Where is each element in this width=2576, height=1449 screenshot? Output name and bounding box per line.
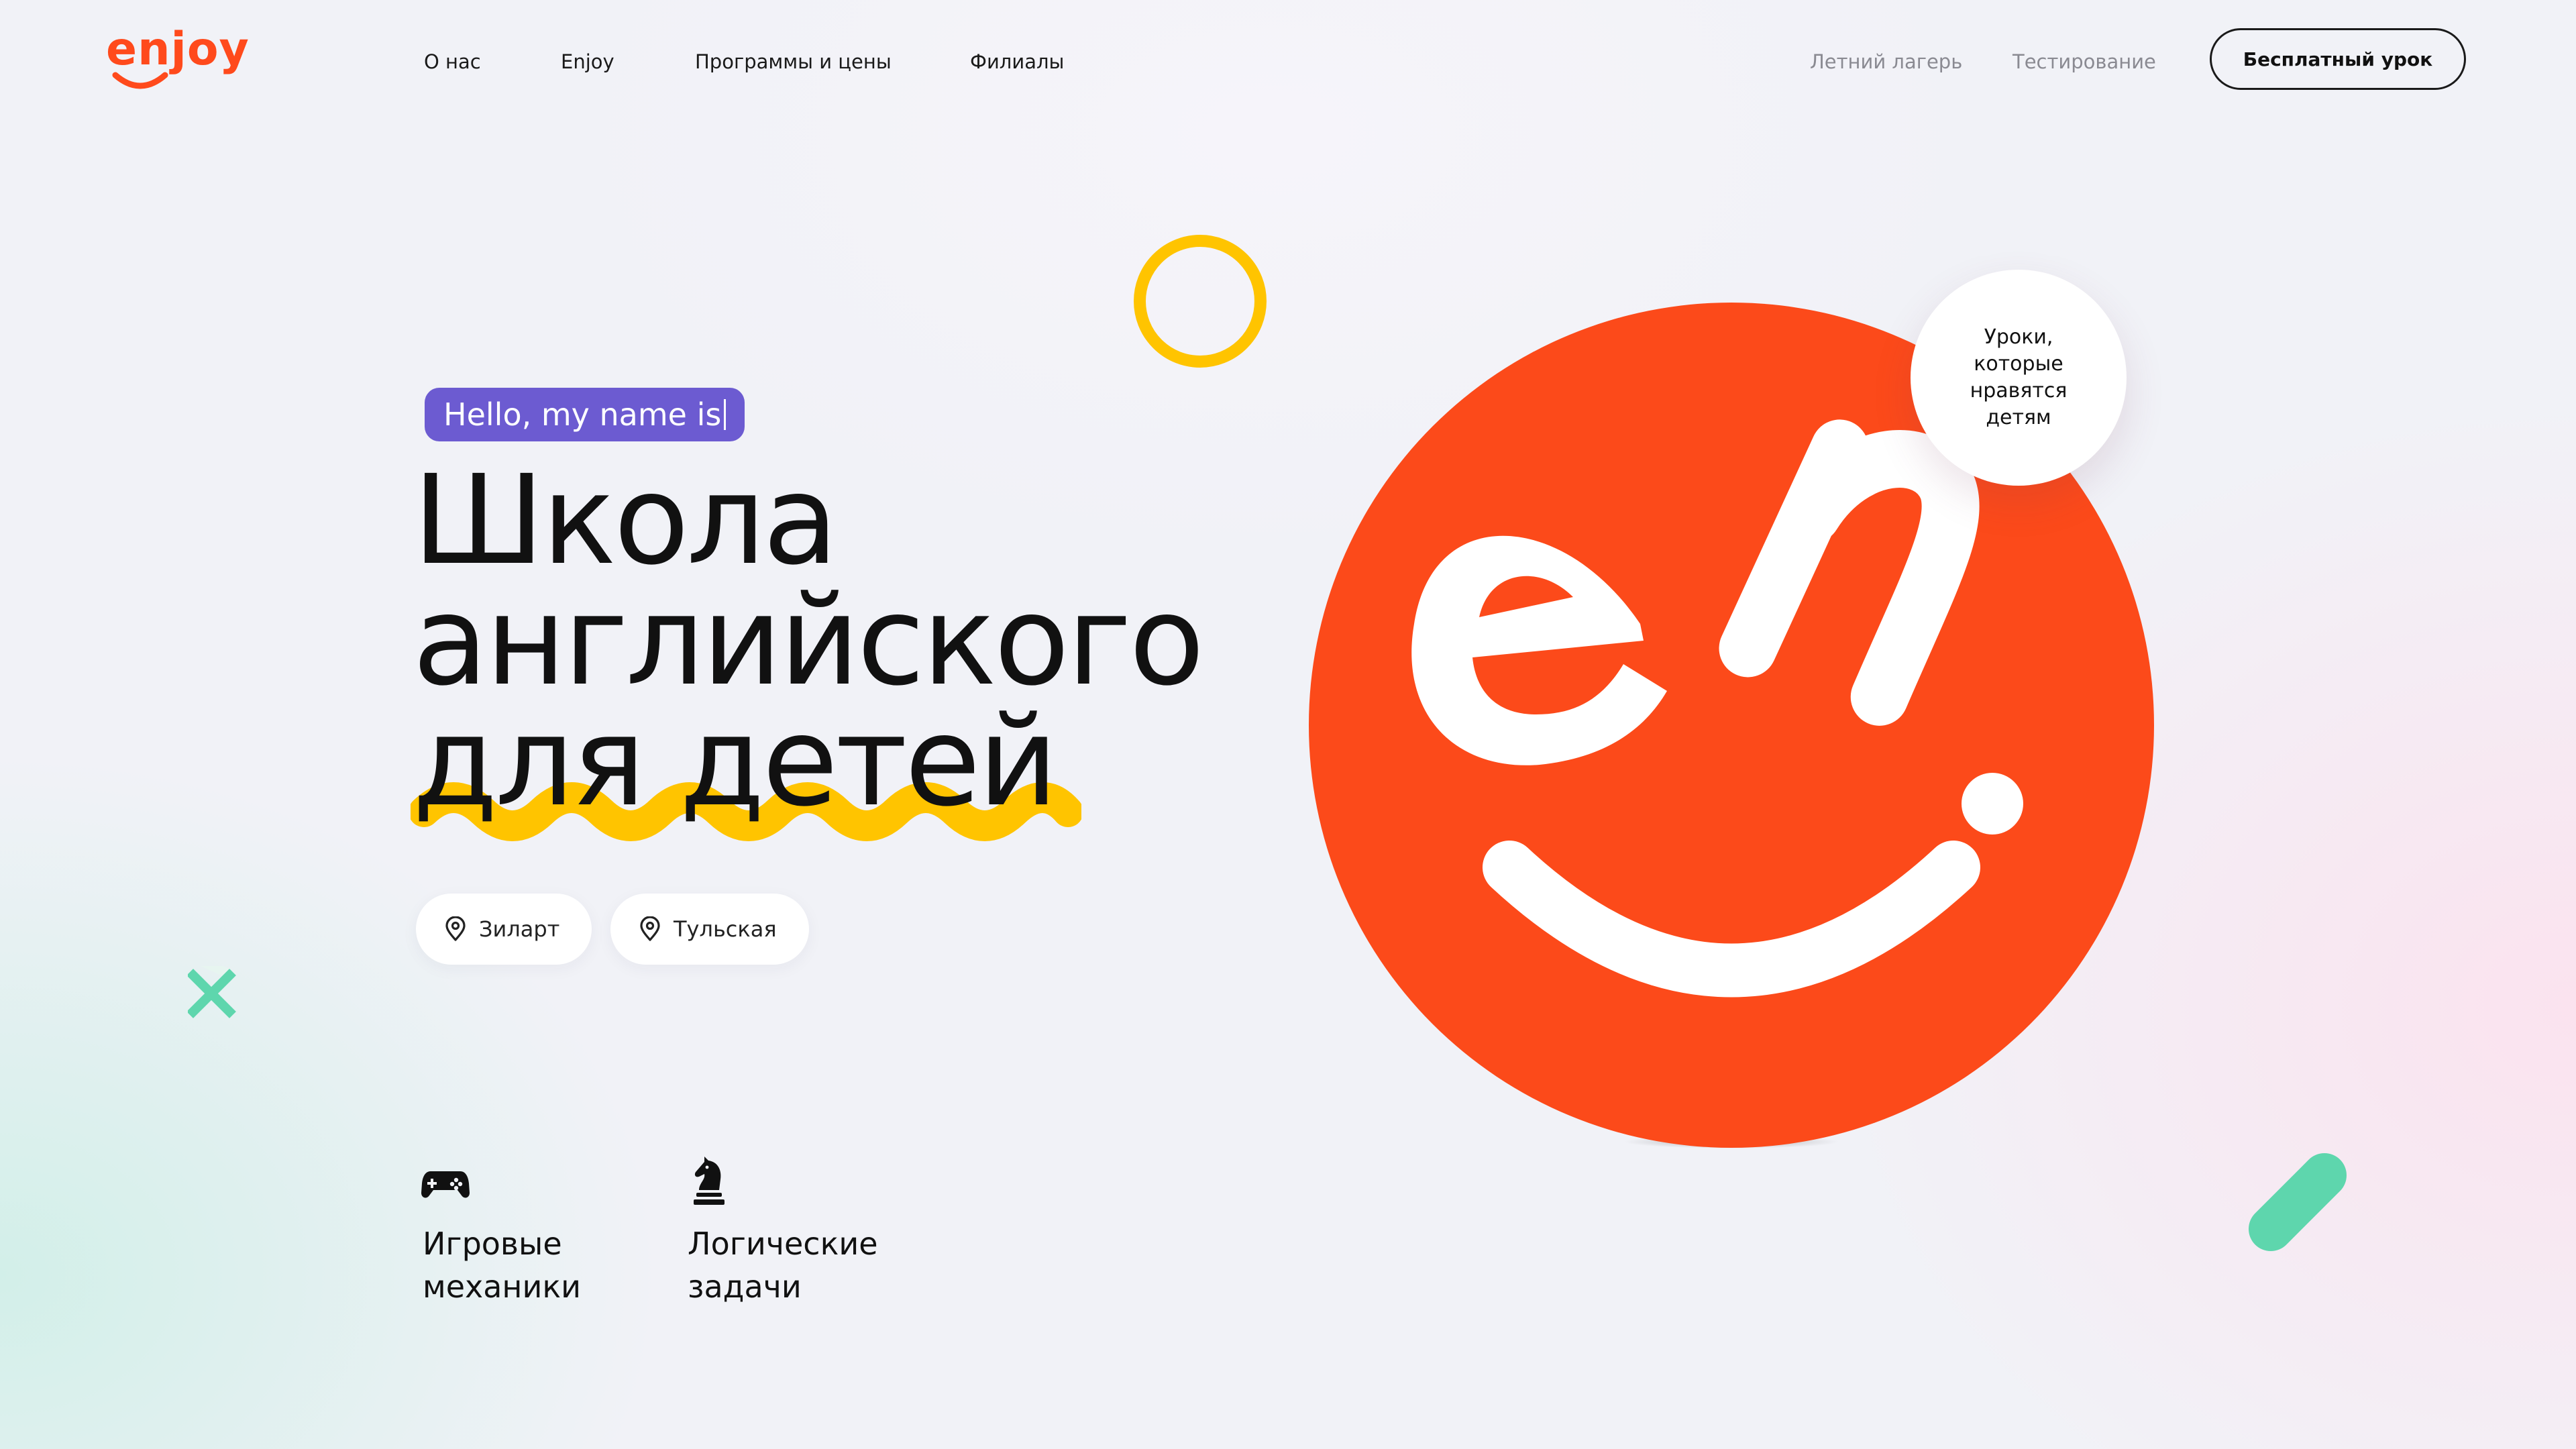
nav-about[interactable]: О нас	[424, 48, 481, 75]
nav-summer-camp[interactable]: Летний лагерь	[1810, 48, 1962, 75]
decor-green-cross-icon	[188, 966, 236, 1018]
gamepad-icon	[421, 1171, 470, 1198]
location-chip-zilart[interactable]: Зиларт	[416, 894, 592, 965]
feature-label-line: Логические	[688, 1226, 878, 1262]
feature-label-line: Игровые	[423, 1226, 562, 1262]
chess-knight-icon	[694, 1157, 724, 1205]
hero-title: Школа английского для детей	[413, 449, 1205, 834]
logo[interactable]: enjoy	[106, 27, 249, 94]
badge-line: детям	[1986, 406, 2051, 429]
hero-title-line-2: английского	[413, 570, 1205, 713]
badge-line: Уроки,	[1984, 325, 2053, 349]
location-pin-icon	[640, 916, 660, 941]
nav-testing[interactable]: Тестирование	[2012, 48, 2156, 75]
tagline-label: Hello, my name is	[425, 388, 745, 441]
logo-smile-icon	[112, 72, 168, 89]
feature-game-mechanics: Игровые механики	[423, 1222, 581, 1308]
nav-branches[interactable]: Филиалы	[970, 48, 1064, 75]
nav-enjoy[interactable]: Enjoy	[561, 48, 614, 75]
location-label: Зиларт	[479, 916, 560, 942]
hero-title-line-3: для детей	[413, 690, 1058, 834]
logo-wordmark: enjoy	[106, 23, 250, 76]
feature-label-line: задачи	[688, 1269, 802, 1305]
location-label: Тульская	[674, 916, 777, 942]
location-chip-tulskaya[interactable]: Тульская	[610, 894, 809, 965]
decor-green-capsule	[2249, 1153, 2347, 1251]
decor-yellow-ring	[1134, 235, 1267, 368]
badge-line: нравятся	[1970, 379, 2068, 402]
feature-logic-tasks: Логические задачи	[688, 1222, 878, 1308]
feature-label-line: механики	[423, 1269, 582, 1305]
badge-line: которые	[1974, 352, 2063, 376]
tagline-text: Hello, my name is	[443, 396, 722, 433]
hero-title-line-1: Школа	[413, 449, 839, 592]
free-lesson-button[interactable]: Бесплатный урок	[2210, 28, 2466, 90]
location-pin-icon	[445, 916, 466, 941]
lessons-badge: Уроки, которые нравятся детям	[1911, 270, 2127, 486]
nav-programs-prices[interactable]: Программы и цены	[695, 48, 892, 75]
badge-text: Уроки, которые нравятся детям	[1970, 324, 2068, 431]
text-caret	[724, 399, 727, 430]
